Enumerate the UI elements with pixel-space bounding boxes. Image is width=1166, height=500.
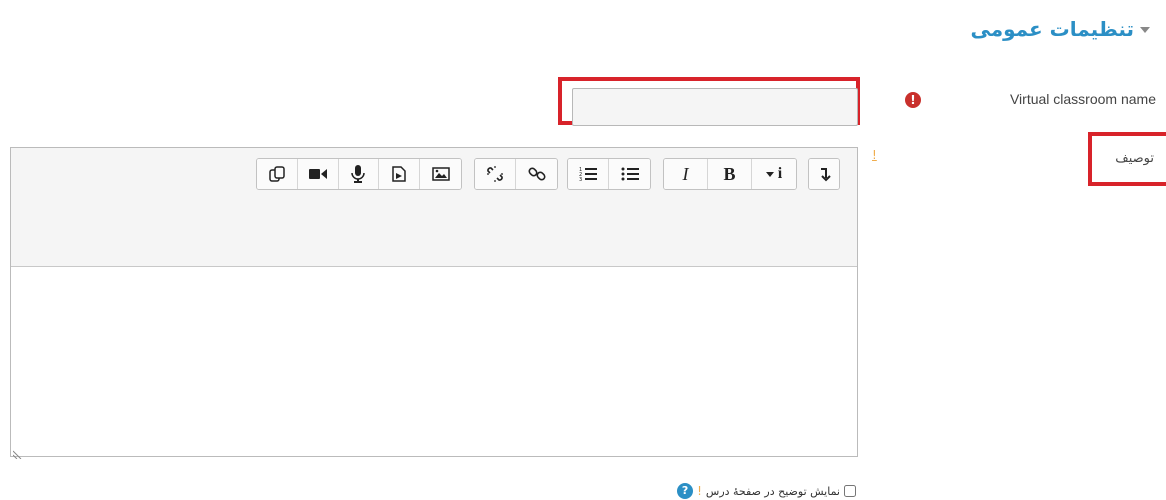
record-audio-button[interactable] bbox=[338, 159, 380, 189]
description-label: توصیف bbox=[1115, 151, 1154, 166]
toolbar-group-misc bbox=[808, 158, 840, 190]
toolbar-group-style: I B i bbox=[663, 158, 797, 190]
image-icon bbox=[431, 167, 450, 181]
help-separator: ! bbox=[697, 484, 702, 498]
section-header[interactable]: تنظیمات عمومی bbox=[970, 17, 1150, 41]
link-button[interactable] bbox=[516, 159, 557, 189]
section-title[interactable]: تنظیمات عمومی bbox=[970, 17, 1134, 41]
ordered-list-button[interactable]: 123 bbox=[568, 159, 610, 189]
manage-files-icon bbox=[268, 165, 286, 183]
toolbar-group-media bbox=[256, 158, 462, 190]
manage-files-button[interactable] bbox=[257, 159, 298, 189]
description-editor: I B i 123 bbox=[10, 147, 858, 460]
svg-text:3: 3 bbox=[579, 177, 582, 182]
unlink-icon bbox=[486, 165, 504, 183]
resize-handle-icon[interactable] bbox=[12, 444, 23, 460]
image-button[interactable] bbox=[420, 159, 461, 189]
media-icon bbox=[392, 166, 407, 182]
bold-icon: B bbox=[723, 163, 736, 184]
ordered-list-icon: 123 bbox=[579, 166, 597, 182]
record-video-icon bbox=[308, 167, 327, 181]
media-button[interactable] bbox=[379, 159, 421, 189]
virtual-classroom-name-input[interactable] bbox=[572, 88, 858, 126]
help-icon[interactable]: ? bbox=[677, 483, 694, 499]
show-description-checkbox[interactable] bbox=[844, 485, 856, 497]
record-audio-icon bbox=[351, 165, 366, 183]
editor-toolbar: I B i 123 bbox=[11, 148, 857, 267]
unordered-list-icon bbox=[621, 166, 639, 182]
paragraph-styles-button[interactable]: i bbox=[752, 159, 796, 189]
toolbar-group-lists: 123 bbox=[567, 158, 651, 190]
bold-button[interactable]: B bbox=[708, 159, 752, 189]
italic-icon: I bbox=[682, 163, 689, 184]
paragraph-styles-icon: i bbox=[765, 165, 782, 183]
show-more-button[interactable] bbox=[809, 159, 839, 189]
show-description-row: ? ! نمایش توضیح در صفحهٔ درس bbox=[677, 483, 856, 499]
info-icon[interactable]: ! bbox=[872, 148, 877, 162]
italic-button[interactable]: I bbox=[664, 159, 708, 189]
show-description-label[interactable]: نمایش توضیح در صفحهٔ درس bbox=[706, 485, 840, 498]
required-icon: ! bbox=[905, 92, 921, 108]
chevron-down-icon[interactable] bbox=[1140, 27, 1150, 33]
unlink-button[interactable] bbox=[475, 159, 517, 189]
unordered-list-button[interactable] bbox=[609, 159, 650, 189]
toolbar-group-links bbox=[474, 158, 558, 190]
editor-content-area[interactable] bbox=[11, 267, 857, 456]
show-more-icon bbox=[817, 166, 831, 182]
record-video-button[interactable] bbox=[297, 159, 339, 189]
link-icon bbox=[527, 165, 546, 183]
virtual-classroom-name-label: Virtual classroom name bbox=[1009, 91, 1156, 107]
